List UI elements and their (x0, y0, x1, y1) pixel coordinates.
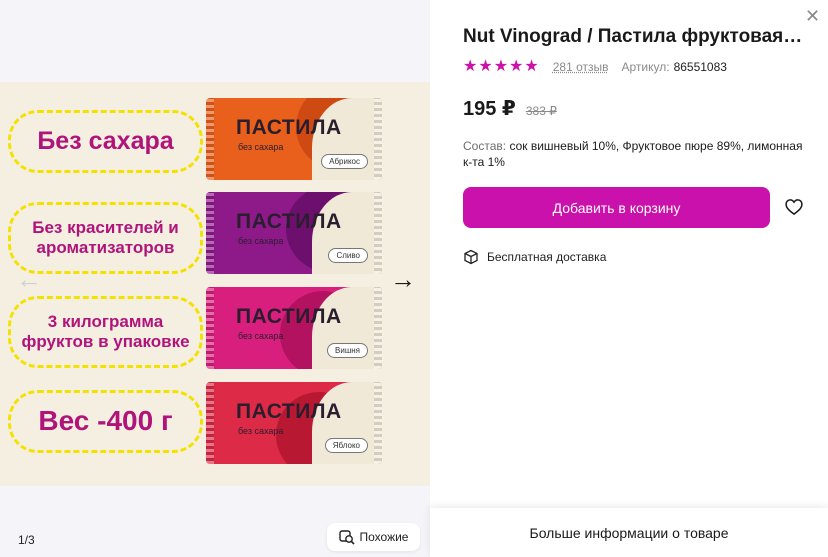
bar-flavor: Сливо (328, 248, 368, 263)
similar-label: Похожие (359, 530, 409, 544)
claim-badge: Без сахара (8, 110, 203, 173)
product-bar-apricot: ПАСТИЛА без сахара Абрикос (206, 98, 382, 180)
claim-badge: 3 килограмма фруктов в упаковке (8, 296, 203, 368)
star-icon: ★ (478, 58, 493, 75)
bar-flavor: Яблоко (324, 438, 368, 453)
product-title: Nut Vinograd / Пастила фруктовая без сах… (463, 26, 803, 47)
article-value: 86551083 (673, 60, 727, 74)
close-icon[interactable]: ✕ (805, 6, 820, 26)
bar-flavor: Абрикос (321, 154, 368, 169)
composition-label: Состав: (463, 139, 507, 153)
box-icon (464, 249, 478, 265)
claim-text: Без сахара (37, 127, 174, 156)
delivery-label: Бесплатная доставка (487, 250, 607, 264)
article-label: Артикул: (621, 60, 670, 74)
arrow-left-icon[interactable]: ← (16, 265, 42, 293)
old-price: 383 ₽ (525, 104, 557, 118)
current-price: 195 ₽ (463, 98, 516, 120)
composition-value: сок вишневый 10%, Фруктовое пюре 89%, ли… (463, 139, 803, 169)
star-icon: ★ (493, 58, 509, 75)
bar-subtitle: без сахара (238, 331, 284, 341)
star-icon: ★ (524, 58, 539, 75)
more-info-button[interactable]: Больше информации о товаре (430, 508, 828, 557)
rating-row: ★ ★ ★ ★ ★ 281 отзыв Артикул: 86551083 (463, 58, 727, 76)
product-bar-apple: ПАСТИЛА без сахара Яблоко (206, 382, 382, 464)
star-icon: ★ (463, 58, 478, 75)
product-photo[interactable]: Без сахара Без красителей и ароматизатор… (0, 82, 430, 486)
rating-stars: ★ ★ ★ ★ ★ (463, 58, 539, 76)
bar-brand: ПАСТИЛА (236, 116, 342, 139)
bar-subtitle: без сахара (238, 142, 284, 152)
more-info-label: Больше информации о товаре (529, 524, 729, 541)
reviews-link[interactable]: 281 отзыв (553, 60, 609, 74)
similar-search-icon (338, 530, 355, 545)
price-row: 195 ₽ 383 ₽ (463, 96, 557, 121)
heart-icon[interactable] (784, 197, 804, 217)
bar-flavor: Вишня (327, 343, 368, 358)
similar-button[interactable]: Похожие (327, 523, 420, 551)
bar-subtitle: без сахара (238, 236, 284, 246)
claim-text: 3 килограмма фруктов в упаковке (21, 312, 190, 351)
claim-text: Вес -400 г (38, 405, 173, 437)
bar-brand: ПАСТИЛА (236, 305, 342, 328)
image-gallery: Без сахара Без красителей и ароматизатор… (0, 0, 430, 557)
delivery-info: Бесплатная доставка (463, 249, 606, 265)
star-icon: ★ (509, 58, 524, 75)
bar-subtitle: без сахара (238, 426, 284, 436)
claim-text: Без красителей и ароматизаторов (32, 218, 179, 257)
add-to-cart-button[interactable]: Добавить в корзину (463, 187, 770, 228)
product-bar-cherry: ПАСТИЛА без сахара Вишня (206, 287, 382, 369)
arrow-right-icon[interactable]: → (390, 265, 416, 293)
product-bar-plum: ПАСТИЛА без сахара Сливо (206, 192, 382, 274)
image-counter: 1/3 (18, 533, 35, 547)
bar-brand: ПАСТИЛА (236, 210, 342, 233)
bar-brand: ПАСТИЛА (236, 400, 342, 423)
claim-badge: Вес -400 г (8, 390, 203, 453)
composition: Состав: сок вишневый 10%, Фруктовое пюре… (463, 138, 808, 170)
